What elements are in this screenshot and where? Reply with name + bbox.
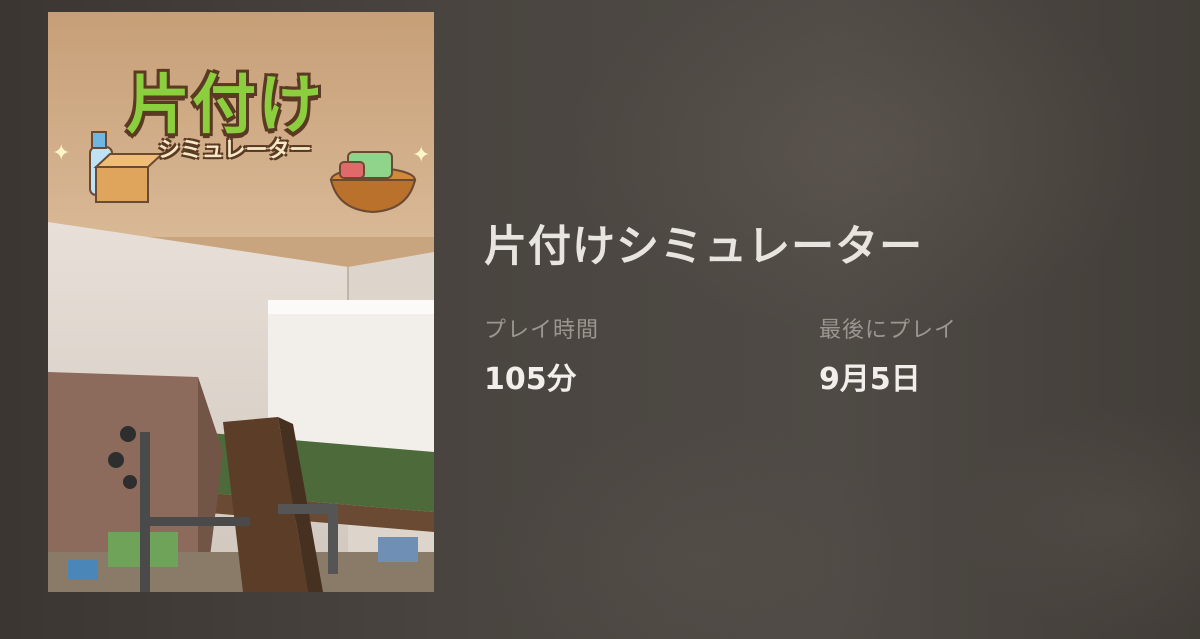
playtime-value: 105分 (484, 362, 577, 397)
cover-logo-sub: シミュレーター (158, 138, 312, 163)
svg-text:✦: ✦ (52, 141, 70, 166)
game-cover-art[interactable]: ✦ ✦ 片付け シミュレーター (48, 12, 434, 592)
playtime-stat: プレイ時間 105分 (484, 312, 599, 398)
last-played-value: 9月5日 (819, 362, 921, 397)
playtime-label: プレイ時間 (484, 318, 600, 343)
last-played-stat: 最後にプレイ 9月5日 (819, 312, 957, 398)
last-played-label: 最後にプレイ (819, 318, 958, 343)
svg-text:✦: ✦ (412, 143, 430, 168)
game-title: 片付けシミュレーター (484, 222, 924, 272)
game-details-panel: 片付けシミュレーター プレイ時間 105分 最後にプレイ 9月5日 (484, 0, 1164, 639)
